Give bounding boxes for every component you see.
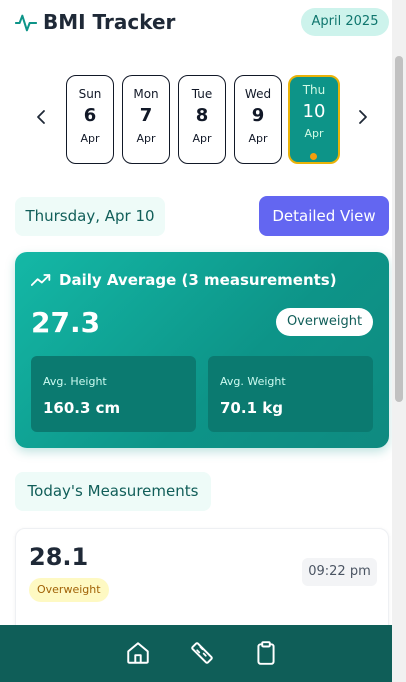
selected-date-label: Thursday, Apr 10 [15,197,165,236]
home-icon[interactable] [125,640,151,666]
scrollbar-track[interactable] [392,0,406,682]
day-of-week: Mon [133,87,159,101]
avg-height-value: 160.3 cm [43,399,121,417]
avg-height-box: Avg. Height 160.3 cm [31,356,196,432]
bmi-status-badge: Overweight [276,308,373,336]
day-of-month: 9 [251,105,265,126]
app-screen: BMI Tracker April 2025 Sun 6 Apr Mon 7 A… [0,0,406,682]
measurement-bmi-value: 28.1 [29,543,89,571]
today-indicator-dot [310,153,317,160]
measurement-status-badge: Overweight [29,578,109,602]
date-strip: Sun 6 Apr Mon 7 Apr Tue 8 Apr Wed 9 Apr … [0,75,392,165]
day-card-wed[interactable]: Wed 9 Apr [234,75,282,164]
day-of-week: Wed [244,87,272,101]
day-of-month: 8 [195,105,209,126]
avg-height-label: Avg. Height [43,375,107,388]
day-month: Apr [192,132,212,145]
todays-measurements-heading: Today's Measurements [15,472,211,511]
header: BMI Tracker April 2025 [0,0,392,46]
measurement-time: 09:22 pm [302,558,377,586]
day-of-month: 7 [139,105,153,126]
day-month: Apr [248,132,268,145]
avg-weight-value: 70.1 kg [220,399,283,417]
month-badge[interactable]: April 2025 [301,8,389,36]
bottom-navigation [0,625,392,682]
clipboard-icon[interactable] [253,640,279,666]
day-month: Apr [136,132,156,145]
chevron-left-icon[interactable] [31,107,51,127]
day-of-week: Tue [191,87,213,101]
avg-weight-box: Avg. Weight 70.1 kg [208,356,373,432]
day-of-week: Sun [78,87,102,101]
daily-average-card: Daily Average (3 measurements) 27.3 Over… [15,252,389,448]
day-card-thu-selected[interactable]: Thu 10 Apr [288,75,340,164]
day-of-month: 10 [302,101,326,122]
average-bmi-value: 27.3 [31,306,101,339]
day-month: Apr [304,127,324,140]
app-title: BMI Tracker [43,10,176,34]
avg-weight-label: Avg. Weight [220,375,286,388]
activity-pulse-icon [15,14,37,32]
day-card-mon[interactable]: Mon 7 Apr [122,75,170,164]
day-of-week: Thu [302,83,326,97]
day-month: Apr [80,132,100,145]
trending-up-icon [31,274,51,286]
scrollbar-thumb[interactable] [395,56,403,402]
daily-average-title: Daily Average (3 measurements) [59,271,337,289]
day-card-tue[interactable]: Tue 8 Apr [178,75,226,164]
day-card-sun[interactable]: Sun 6 Apr [66,75,114,164]
ruler-icon[interactable] [189,640,215,666]
chevron-right-icon[interactable] [353,107,373,127]
day-of-month: 6 [83,105,97,126]
detailed-view-button[interactable]: Detailed View [259,196,389,236]
